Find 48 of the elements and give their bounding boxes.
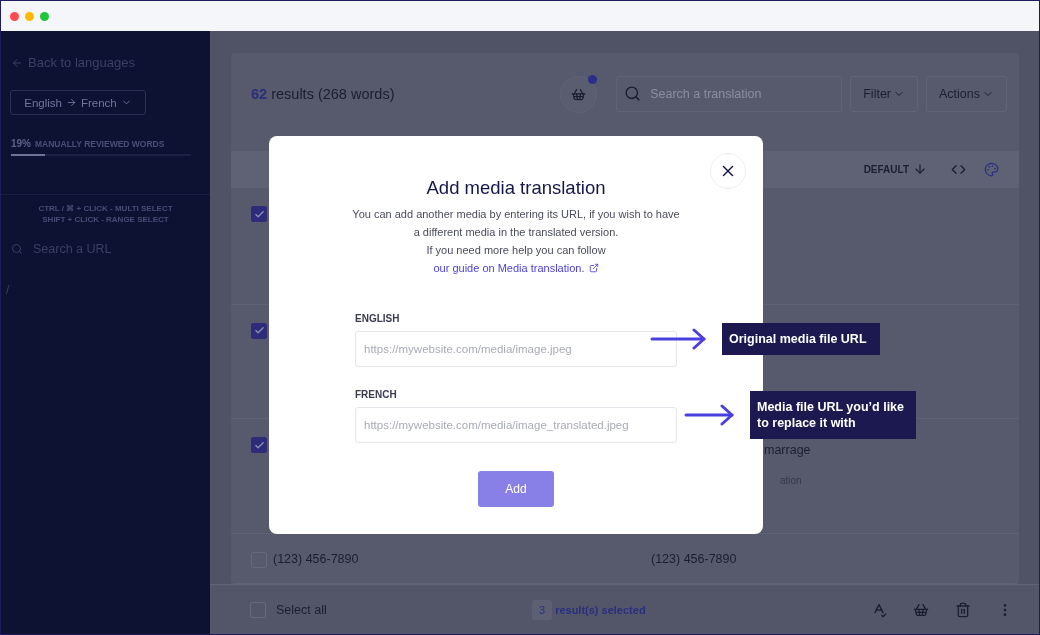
- search-icon: [624, 85, 642, 103]
- progress-label: MANUALLY REVIEWED WORDS: [35, 139, 165, 149]
- basket-icon[interactable]: [913, 601, 929, 618]
- annotation-label: Media file URL you’d like to replace it with: [750, 391, 916, 439]
- row-checkbox[interactable]: [251, 322, 267, 339]
- arrow-icon: [684, 404, 734, 426]
- palette-icon: [984, 161, 999, 177]
- modal-description: You can add another media by entering its URL, if you wish to have a different media in the translated version.: [351, 207, 681, 240]
- external-link-icon: [588, 263, 599, 273]
- row-checkbox[interactable]: [251, 206, 267, 223]
- page-path[interactable]: /: [6, 283, 210, 297]
- url-input-field[interactable]: https://mywebsite.com/media/image_translated.jpeg: [355, 407, 677, 443]
- annotation-label: Original media file URL: [722, 323, 880, 355]
- url-input-field[interactable]: https://mywebsite.com/media/image.jpeg: [355, 331, 677, 367]
- actions-dropdown[interactable]: Actions: [926, 76, 1007, 113]
- shortcut-hint: SHIFT + CLICK - RANGE SELECT: [41, 214, 170, 225]
- basket-button[interactable]: [560, 75, 598, 113]
- close-button[interactable]: [710, 153, 746, 189]
- spellcheck-icon[interactable]: [871, 601, 887, 618]
- basket-icon: [571, 86, 587, 102]
- progress-percent: 19%: [11, 138, 31, 149]
- row-checkbox[interactable]: [251, 437, 267, 454]
- filter-dropdown[interactable]: Filter: [850, 76, 918, 113]
- guide-link[interactable]: our guide on Media translation.: [433, 259, 599, 277]
- sort-button[interactable]: DEFAULT: [857, 161, 933, 178]
- search-icon: [11, 243, 23, 255]
- field-label: FRENCH: [355, 389, 398, 400]
- add-button[interactable]: Add: [478, 471, 554, 507]
- translation-text: marrage: [764, 443, 811, 458]
- help-text: If you need more help you can follow our guide on Media translation.: [351, 241, 681, 277]
- palette-button[interactable]: [984, 161, 999, 177]
- modal-title: Add media translation: [426, 177, 606, 199]
- maximize-dot-icon[interactable]: [40, 11, 49, 21]
- trash-icon[interactable]: [955, 601, 971, 618]
- translation-text: (123) 456-7890: [651, 552, 737, 566]
- field-label: ENGLISH: [355, 313, 401, 324]
- check-icon: [253, 208, 265, 220]
- arrow-left-icon: [11, 56, 23, 69]
- arrow-icon: [650, 328, 706, 350]
- arrow-right-icon: [65, 97, 77, 108]
- source-text: (123) 456-7890: [273, 552, 360, 565]
- arrow-down-icon: [913, 162, 927, 177]
- language-dropdown[interactable]: English French: [10, 90, 146, 115]
- shortcut-hint: CTRL / ⌘ + CLICK - MULTI SELECT: [37, 203, 174, 214]
- check-icon: [253, 439, 265, 451]
- close-dot-icon[interactable]: [10, 11, 19, 21]
- minimize-dot-icon[interactable]: [25, 11, 34, 21]
- select-all-label: Select all: [276, 602, 328, 617]
